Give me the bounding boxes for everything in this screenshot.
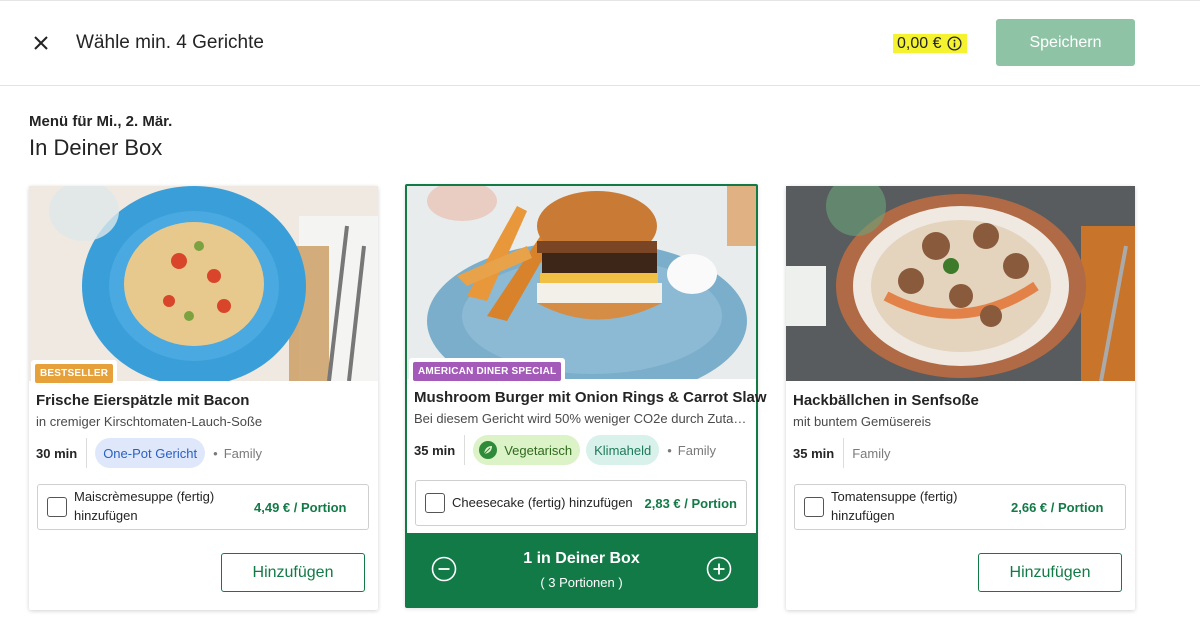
prep-time: 35 min	[793, 438, 845, 468]
page-title: Wähle min. 4 Gerichte	[76, 32, 264, 53]
in-box-bar: 1 in Deiner Box ( 3 Portionen )	[407, 533, 756, 606]
recipe-subtitle: Bei diesem Gericht wird 50% weniger CO2e…	[414, 411, 748, 426]
addon-price: 4,49 € / Portion	[254, 499, 347, 515]
menu-date: Menü für Mi., 2. Mär.	[29, 113, 173, 130]
addon-checkbox[interactable]	[804, 497, 824, 517]
recipe-card-eierspaetzle[interactable]: BESTSELLER Frische Eierspätzle mit Bacon…	[29, 186, 378, 610]
add-button[interactable]: Hinzufügen	[978, 553, 1122, 592]
box-quantity: 1 in Deiner Box	[523, 550, 640, 567]
badge-container: BESTSELLER	[31, 360, 118, 383]
badge-container: AMERICAN DINER SPECIAL	[409, 358, 566, 381]
addon-option[interactable]: Cheesecake (fertig) hinzufügen 2,83 € / …	[415, 480, 747, 526]
save-button[interactable]: Speichern	[996, 19, 1135, 66]
recipe-subtitle: in cremiger Kirschtomaten-Lauch-Soße	[36, 414, 263, 429]
prep-time: 30 min	[36, 438, 88, 468]
info-icon[interactable]	[947, 36, 963, 51]
recipe-meta: 35 min Family	[793, 438, 890, 468]
recipe-subtitle: mit buntem Gemüsereis	[793, 414, 931, 429]
addon-option[interactable]: Maiscrèmesuppe (fertig) hinzufügen 4,49 …	[37, 484, 369, 530]
leaf-icon	[479, 441, 498, 459]
addon-label: Cheesecake (fertig) hinzufügen	[452, 494, 633, 510]
recipe-title[interactable]: Hackbällchen in Senfsoße	[793, 392, 979, 409]
addon-label: Maiscrèmesuppe (fertig) hinzufügen	[74, 489, 215, 523]
recipe-image[interactable]	[407, 186, 756, 379]
family-label: • Family	[213, 445, 262, 461]
addon-checkbox[interactable]	[47, 497, 67, 517]
tag-vegetarian: Vegetarisch	[473, 435, 581, 465]
plus-circle-icon[interactable]	[706, 556, 732, 582]
price-total: 0,00 €	[893, 34, 968, 53]
section-title: In Deiner Box	[29, 135, 163, 160]
recipe-card-hackbaellchen[interactable]: Hackbällchen in Senfsoße mit buntem Gemü…	[786, 186, 1135, 610]
close-icon[interactable]	[30, 32, 52, 54]
addon-price: 2,83 € / Portion	[644, 495, 737, 511]
prep-time: 35 min	[414, 435, 466, 465]
addon-checkbox[interactable]	[425, 493, 445, 513]
recipe-image[interactable]	[786, 186, 1135, 381]
add-button[interactable]: Hinzufügen	[221, 553, 365, 592]
family-label: • Family	[667, 442, 717, 458]
special-badge: AMERICAN DINER SPECIAL	[413, 362, 562, 381]
tag-klimaheld: Klimaheld	[586, 435, 660, 465]
addon-price: 2,66 € / Portion	[1011, 499, 1104, 515]
recipe-meta: 30 min One-Pot Gericht • Family	[36, 438, 262, 468]
top-bar: Wähle min. 4 Gerichte 0,00 € Speichern	[0, 0, 1200, 86]
box-portions: ( 3 Portionen )	[540, 575, 623, 590]
tag-one-pot: One-Pot Gericht	[95, 438, 206, 468]
recipe-image[interactable]	[29, 186, 378, 381]
recipe-card-mushroom-burger[interactable]: AMERICAN DINER SPECIAL Mushroom Burger m…	[405, 184, 767, 608]
bestseller-badge: BESTSELLER	[35, 364, 114, 383]
family-label: Family	[852, 445, 891, 461]
price-value: 0,00 €	[897, 34, 942, 52]
addon-option[interactable]: Tomatensuppe (fertig) hinzufügen 2,66 € …	[794, 484, 1126, 530]
addon-label: Tomatensuppe (fertig) hinzufügen	[831, 489, 958, 523]
recipe-title[interactable]: Mushroom Burger mit Onion Rings & Carrot…	[414, 389, 767, 406]
recipe-meta: 35 min Vegetarisch Klimaheld • Family	[414, 435, 716, 465]
recipe-title[interactable]: Frische Eierspätzle mit Bacon	[36, 392, 249, 409]
